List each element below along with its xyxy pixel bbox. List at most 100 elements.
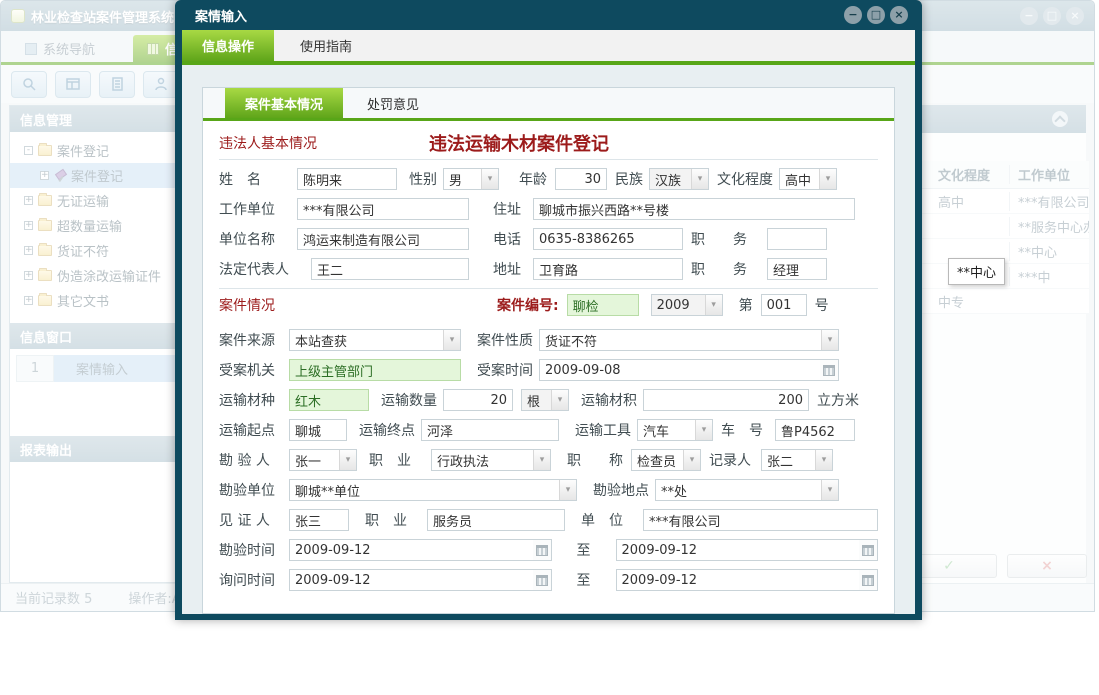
phone-input[interactable] [533, 228, 683, 250]
recorder-label: 记录人 [709, 450, 761, 470]
minimize-icon[interactable]: − [844, 6, 862, 24]
wood-input[interactable] [289, 389, 369, 411]
job-title-select[interactable]: 检查员 ▾ [631, 449, 701, 471]
occupation1-select[interactable]: 行政执法 ▾ [431, 449, 551, 471]
survey-time-from[interactable]: 2009-09-12 [289, 539, 552, 561]
company-input[interactable] [297, 228, 469, 250]
calendar-icon[interactable] [820, 360, 838, 380]
vehicle-select[interactable]: 汽车 ▾ [637, 419, 713, 441]
inquiry-time-label: 询问时间 [219, 570, 289, 590]
tab-penalty-opinion[interactable]: 处罚意见 [343, 88, 443, 118]
dest-label: 运输终点 [359, 420, 421, 440]
source-select[interactable]: 本站查获 ▾ [289, 329, 461, 351]
to-label: 至 [552, 570, 616, 590]
tab-user-guide[interactable]: 使用指南 [274, 30, 378, 61]
form-panel: 案件基本情况 处罚意见 违法人基本情况 违法运输木材案件登记 姓 名 [202, 87, 895, 614]
nation-select[interactable]: 汉族 ▾ [649, 168, 709, 190]
no-suffix: 号 [815, 295, 829, 315]
survey-unit-select[interactable]: 聊城**单位 ▾ [289, 479, 577, 501]
origin-label: 运输起点 [219, 420, 289, 440]
close-icon[interactable]: × [890, 6, 908, 24]
chevron-down-icon: ▾ [821, 330, 838, 350]
vehicle-label: 运输工具 [575, 420, 637, 440]
age-label: 年龄 [519, 169, 555, 189]
chevron-down-icon: ▾ [443, 330, 460, 350]
volume-input[interactable] [643, 389, 809, 411]
education-select[interactable]: 高中 ▾ [779, 168, 837, 190]
gender-label: 性别 [409, 169, 443, 189]
recorder-select[interactable]: 张二 ▾ [761, 449, 833, 471]
wood-label: 运输材种 [219, 390, 289, 410]
calendar-icon[interactable] [533, 570, 551, 590]
duty2-input[interactable] [767, 258, 827, 280]
legal-rep-input[interactable] [311, 258, 469, 280]
source-label: 案件来源 [219, 330, 289, 350]
chevron-down-icon: ▾ [551, 390, 568, 410]
survey-place-label: 勘验地点 [593, 480, 655, 500]
survey-unit-label: 勘验单位 [219, 480, 289, 500]
inquiry-time-from[interactable]: 2009-09-12 [289, 569, 552, 591]
home-addr-label: 住址 [493, 199, 533, 219]
section-case: 案件情况 [219, 295, 275, 315]
survey-time-to[interactable]: 2009-09-12 [616, 539, 879, 561]
occupation2-input[interactable] [427, 509, 565, 531]
modal-titlebar[interactable]: 案情输入 − □ × [175, 0, 922, 30]
surveyor-select[interactable]: 张一 ▾ [289, 449, 357, 471]
duty-label: 职 务 [691, 229, 767, 249]
survey-time-label: 勘验时间 [219, 540, 289, 560]
screen: 林业检查站案件管理系统 − □ × 系统导航 信息操作 [0, 0, 1099, 695]
witness-input[interactable] [289, 509, 349, 531]
modal-title: 案情输入 [195, 6, 247, 25]
chevron-down-icon: ▾ [339, 450, 356, 470]
case-no-year-select[interactable]: 2009 ▾ [651, 294, 723, 316]
calendar-icon[interactable] [859, 570, 877, 590]
modal-tabbar: 信息操作 使用指南 [182, 30, 915, 61]
origin-input[interactable] [289, 419, 347, 441]
chevron-down-icon: ▾ [559, 480, 576, 500]
case-input-dialog: 案情输入 − □ × 信息操作 使用指南 案件基本情况 处罚意见 [175, 0, 922, 620]
nature-select[interactable]: 货证不符 ▾ [539, 329, 839, 351]
surveyor-label: 勘 验 人 [219, 450, 289, 470]
occupation1-label: 职 业 [369, 450, 431, 470]
company-addr-input[interactable] [533, 258, 683, 280]
nation-label: 民族 [615, 169, 649, 189]
name-label: 姓 名 [219, 169, 297, 189]
chevron-down-icon: ▾ [481, 169, 498, 189]
duty-input[interactable] [767, 228, 827, 250]
case-no-region-input[interactable] [567, 294, 639, 316]
form-title: 违法运输木材案件登记 [429, 130, 609, 156]
tab-case-basic[interactable]: 案件基本情况 [225, 88, 343, 118]
inquiry-time-to[interactable]: 2009-09-12 [616, 569, 879, 591]
witness-unit-input[interactable] [643, 509, 878, 531]
qty-unit-select[interactable]: 根 ▾ [521, 389, 569, 411]
case-no-label: 案件编号: [497, 295, 559, 315]
accept-time-datefield[interactable]: 2009-09-08 [539, 359, 839, 381]
chevron-down-icon: ▾ [815, 450, 832, 470]
name-input[interactable] [297, 168, 397, 190]
age-input[interactable] [555, 168, 607, 190]
calendar-icon[interactable] [533, 540, 551, 560]
chevron-down-icon: ▾ [705, 295, 722, 315]
qty-label: 运输数量 [381, 390, 443, 410]
calendar-icon[interactable] [859, 540, 877, 560]
chevron-down-icon: ▾ [691, 169, 708, 189]
duty2-label: 职 务 [691, 259, 767, 279]
home-addr-input[interactable] [533, 198, 855, 220]
qty-input[interactable] [443, 389, 513, 411]
work-unit-input[interactable] [297, 198, 469, 220]
volume-label: 运输材积 [581, 390, 643, 410]
accept-org-input[interactable] [289, 359, 461, 381]
tab-info-operate[interactable]: 信息操作 [182, 30, 274, 61]
witness-unit-label: 单 位 [581, 510, 643, 530]
witness-label: 见 证 人 [219, 510, 289, 530]
legal-rep-label: 法定代表人 [219, 259, 311, 279]
volume-unit-label: 立方米 [817, 390, 859, 410]
case-no-number-input[interactable] [761, 294, 807, 316]
survey-place-select[interactable]: **处 ▾ [655, 479, 839, 501]
dest-input[interactable] [421, 419, 559, 441]
maximize-icon[interactable]: □ [867, 6, 885, 24]
chevron-down-icon: ▾ [821, 480, 838, 500]
plate-input[interactable] [775, 419, 855, 441]
gender-select[interactable]: 男 ▾ [443, 168, 499, 190]
chevron-down-icon: ▾ [683, 450, 700, 470]
